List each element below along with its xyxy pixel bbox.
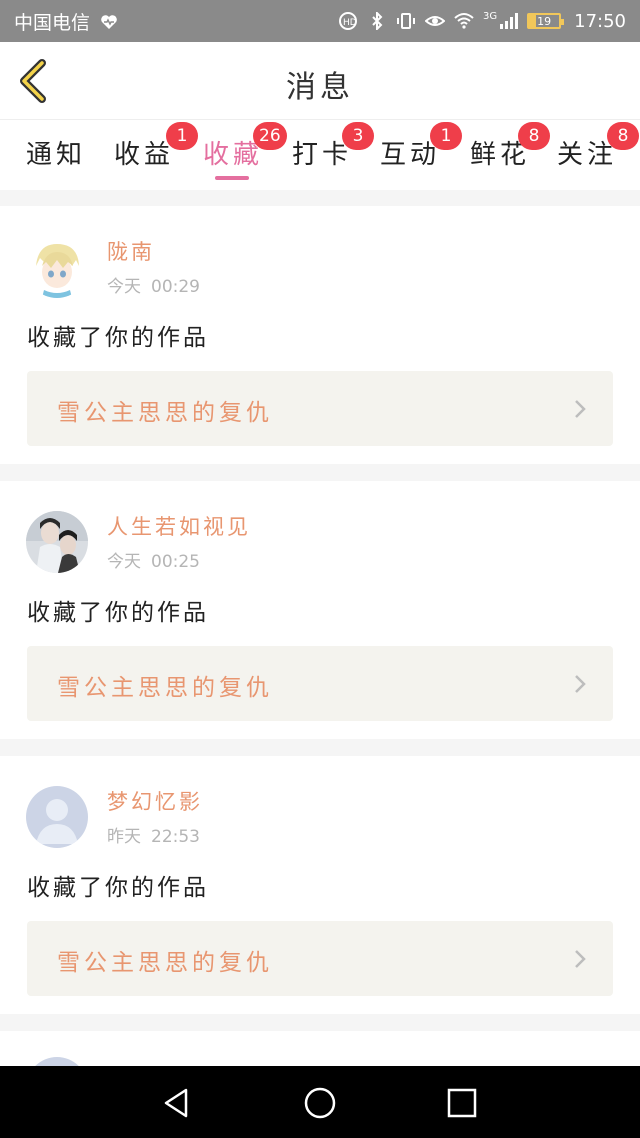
recents-square-icon[interactable] [445,1086,479,1120]
timestamp-day: 今天 [107,552,141,572]
timestamp-time: 22:53 [151,827,200,847]
status-bar: 中国电信 HD 3G 19 17:50 [0,0,640,42]
work-link[interactable]: 雪公主思思的复仇 [27,371,613,446]
tab-interactions[interactable]: 互动 1 [380,122,462,190]
page-title: 消息 [286,70,354,105]
action-text: 收藏了你的作品 [27,325,209,351]
username[interactable]: 梦幻忆影 [107,786,203,816]
tab-following[interactable]: 关注 8 [557,122,639,190]
list-item: 梦幻忆影 昨天 22:53 收藏了你的作品 雪公主思思的复仇 [0,756,640,1014]
username[interactable]: 人生若如视见 [107,511,251,541]
timestamp: 今天 00:29 [107,272,200,297]
network-type: 3G [483,10,498,22]
bluetooth-icon [372,12,383,30]
timestamp: 今天 00:25 [107,547,200,572]
chevron-right-icon [575,950,586,968]
timestamp-day: 今天 [107,277,141,297]
chevron-right-icon [575,675,586,693]
work-link[interactable]: 雪公主思思的复仇 [27,921,613,996]
system-nav-bar [0,1066,640,1138]
timestamp-time: 00:25 [151,552,200,572]
clock: 17:50 [574,10,626,32]
avatar[interactable] [26,236,88,298]
tab-badge: 1 [430,122,462,150]
timestamp-day: 昨天 [107,827,141,847]
tab-notifications[interactable]: 通知 [26,130,86,190]
list-item: 人生若如视见 今天 00:25 收藏了你的作品 雪公主思思的复仇 [0,481,640,739]
hd-call-icon: HD [339,12,357,30]
timestamp-time: 00:29 [151,277,200,297]
username[interactable]: 陇南 [107,236,155,266]
action-text: 收藏了你的作品 [27,600,209,626]
timestamp: 昨天 22:53 [107,822,200,847]
tab-bar: 通知 收益 1 收藏 26 打卡 3 互动 1 鲜花 8 关注 8 [0,120,640,190]
tab-badge: 3 [342,122,374,150]
work-title: 雪公主思思的复仇 [57,400,273,426]
tab-label: 通知 [26,140,87,170]
list-item: 陇南 今天 00:29 收藏了你的作品 雪公主思思的复仇 [0,206,640,464]
header: 消息 [0,42,640,120]
tab-badge: 8 [607,122,639,150]
tab-checkin[interactable]: 打卡 3 [292,122,374,190]
signal-icon [500,13,519,29]
avatar[interactable] [26,511,88,573]
home-circle-icon[interactable] [303,1086,337,1120]
tab-favorites[interactable]: 收藏 26 [203,122,287,190]
tab-flowers[interactable]: 鲜花 8 [470,122,550,190]
svg-text:HD: HD [343,18,357,28]
avatar[interactable] [26,786,88,848]
work-title: 雪公主思思的复仇 [57,950,273,976]
back-triangle-icon[interactable] [160,1086,194,1120]
battery-level: 19 [537,14,552,28]
work-title: 雪公主思思的复仇 [57,675,273,701]
active-tab-indicator [215,176,249,180]
tab-earnings[interactable]: 收益 1 [114,122,198,190]
action-text: 收藏了你的作品 [27,875,209,901]
tab-badge: 1 [166,122,198,150]
tab-badge: 8 [518,122,550,150]
vibrate-icon [397,13,415,29]
carrier-name: 中国电信 [14,11,91,34]
eye-icon [425,16,445,26]
work-link[interactable]: 雪公主思思的复仇 [27,646,613,721]
battery-icon: 19 [527,13,565,29]
chevron-right-icon [575,400,586,418]
tab-badge: 26 [253,122,287,150]
tab-label: 收益 [114,140,175,170]
wifi-icon [454,13,474,29]
heart-rate-icon [100,13,118,29]
